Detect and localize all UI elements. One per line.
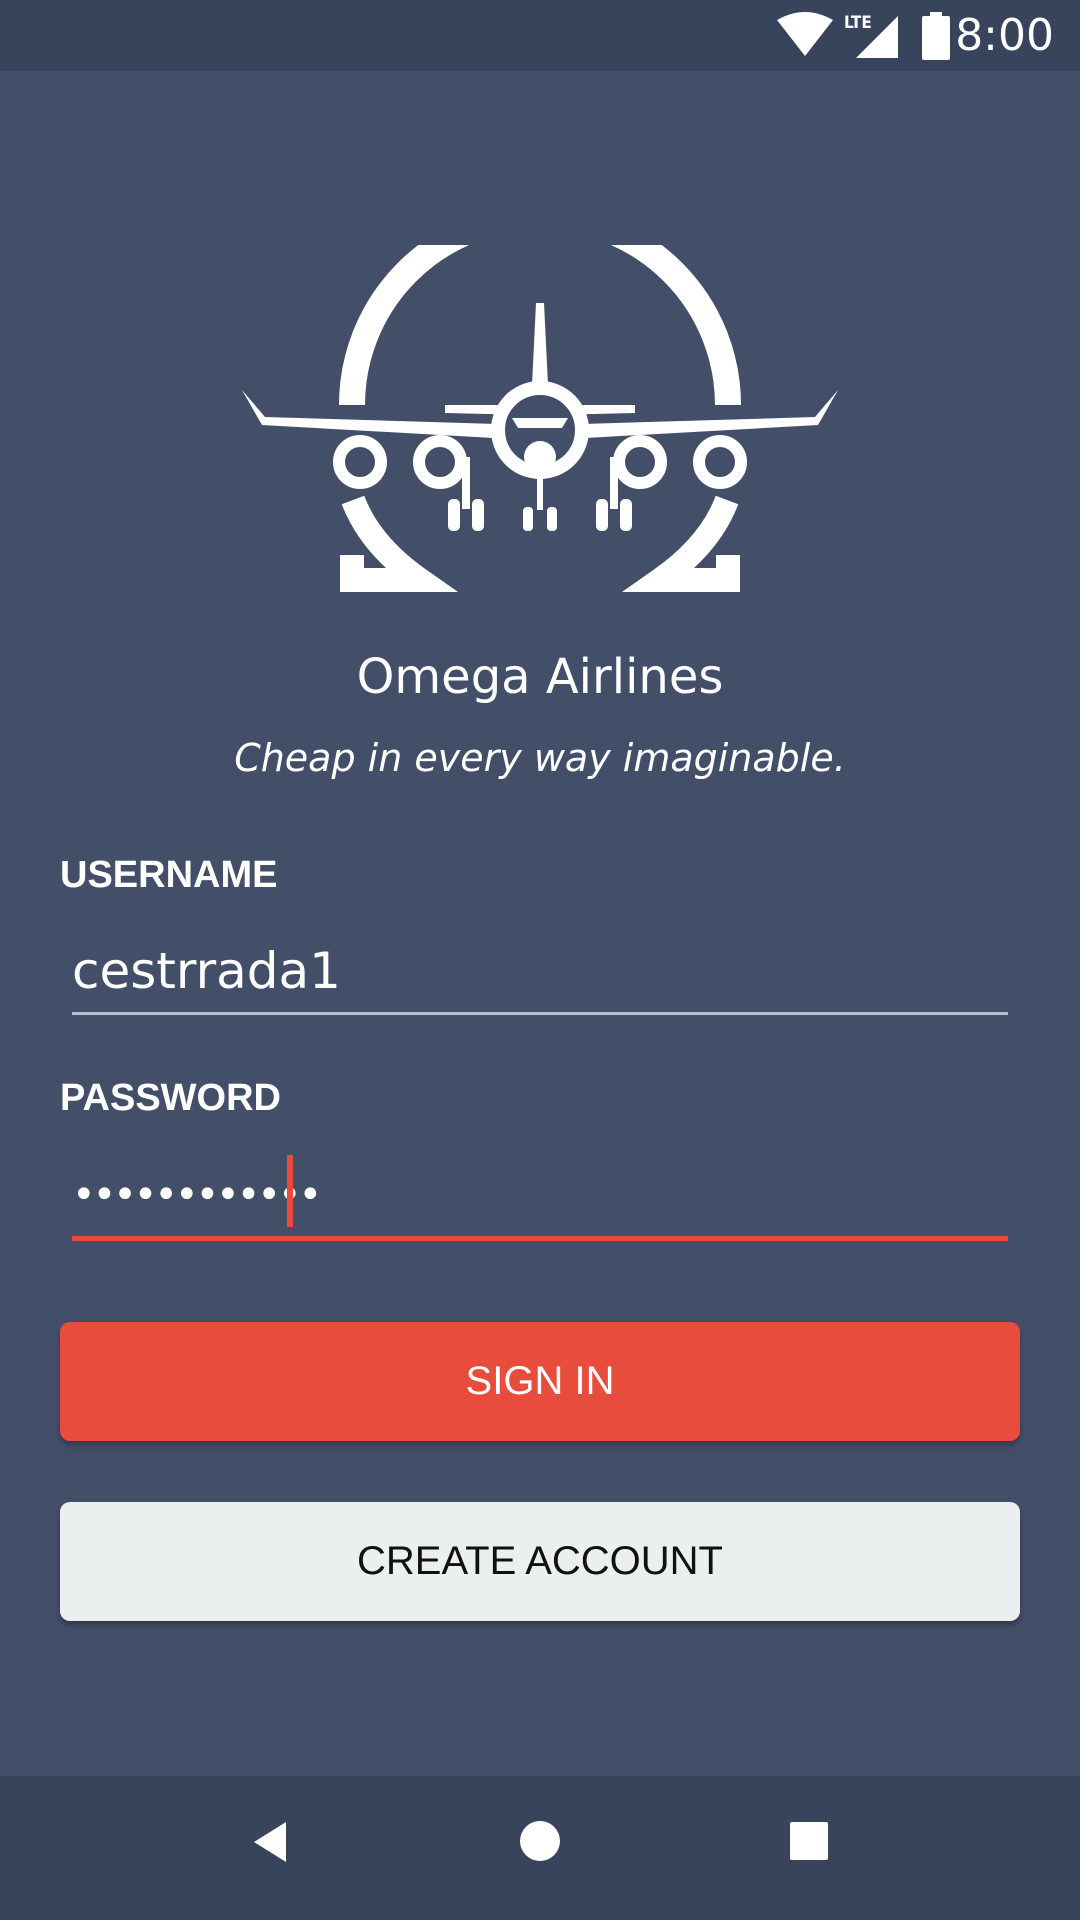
sign-in-button[interactable]: SIGN IN: [60, 1322, 1020, 1441]
status-time: 8:00: [955, 10, 1054, 61]
password-label: PASSWORD: [60, 1077, 281, 1119]
username-label: USERNAME: [60, 854, 278, 896]
login-screen: LTE 8:00 Omega Airlines Cheap in every w…: [0, 0, 1080, 1920]
app-title: Omega Airlines: [356, 649, 724, 705]
navigation-bar: [0, 1776, 1080, 1920]
app-tagline: Cheap in every way imaginable.: [234, 736, 846, 780]
recents-icon[interactable]: [790, 1822, 828, 1860]
airplane-omega-logo-icon: [242, 245, 838, 592]
lte-signal-icon: LTE: [844, 13, 898, 58]
text-cursor: [287, 1155, 293, 1227]
password-value[interactable]: ••••••••••••: [72, 1163, 322, 1227]
lte-label: LTE: [844, 13, 872, 33]
home-icon[interactable]: [519, 1820, 561, 1862]
back-icon[interactable]: [250, 1820, 290, 1864]
password-field[interactable]: ••••••••••••: [72, 1155, 1008, 1241]
wifi-icon: [777, 12, 833, 56]
create-account-button[interactable]: CREATE ACCOUNT: [60, 1502, 1020, 1621]
status-bar: LTE 8:00: [0, 0, 1080, 71]
username-field[interactable]: cestrrada1: [72, 935, 1008, 1015]
username-value[interactable]: cestrrada1: [72, 939, 341, 1003]
battery-icon: [922, 12, 950, 60]
